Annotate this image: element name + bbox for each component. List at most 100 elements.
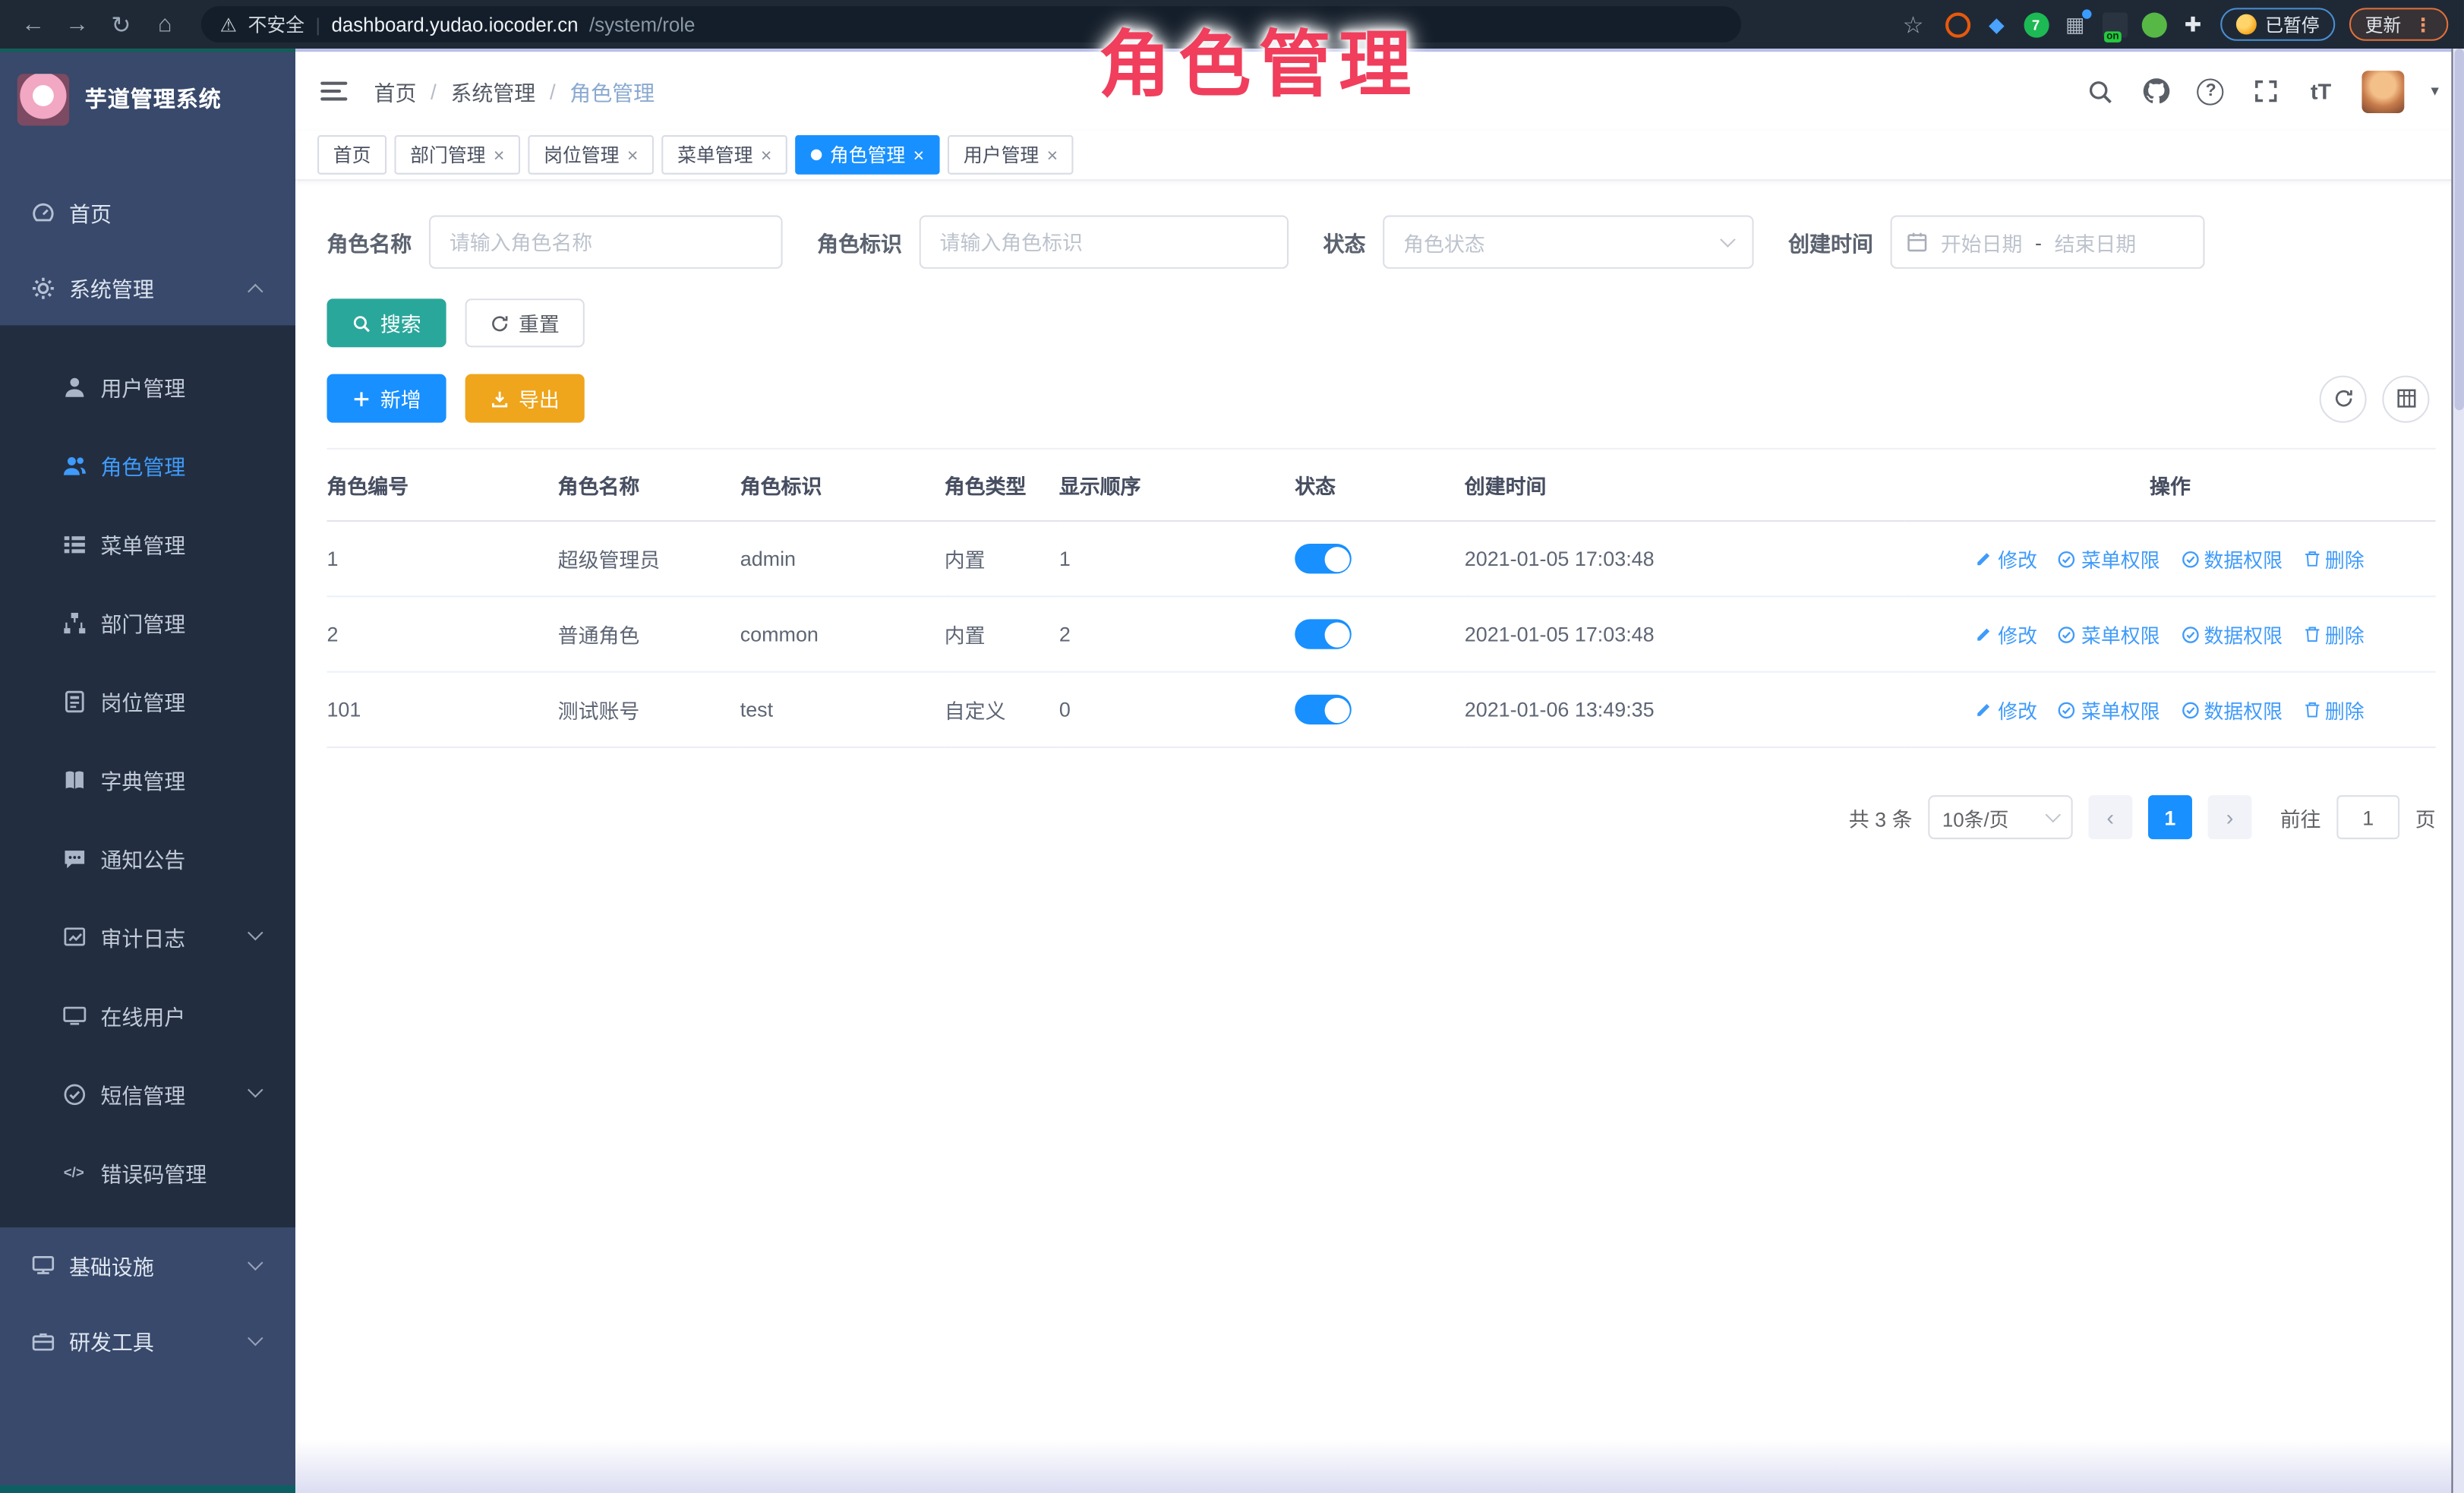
browser-toolbar-right: ☆ ◆ 7 ▦ on ✚ 已暂停 更新 ⋮ — [1896, 8, 2448, 40]
sidebar-item-home[interactable]: 首页 — [0, 175, 295, 250]
menu-permission-link[interactable]: 菜单权限 — [2058, 695, 2160, 724]
avatar-caret-icon[interactable]: ▾ — [2431, 83, 2438, 100]
edit-link[interactable]: 修改 — [1976, 544, 2037, 573]
browser-update-button[interactable]: 更新 ⋮ — [2349, 8, 2448, 40]
start-date-placeholder[interactable]: 开始日期 — [1941, 227, 2023, 257]
tab-roles[interactable]: 角色管理× — [795, 135, 939, 175]
refresh-table-button[interactable] — [2320, 375, 2367, 422]
goto-page-input[interactable] — [2345, 806, 2392, 829]
end-date-placeholder[interactable]: 结束日期 — [2055, 227, 2137, 257]
browser-reload-icon[interactable]: ↻ — [104, 10, 139, 38]
extension-icon-grid[interactable]: ▦ — [2062, 12, 2087, 37]
cell-role-id: 1 — [327, 521, 557, 596]
scrollbar-thumb[interactable] — [2455, 49, 2464, 410]
table-header-row: 角色编号 角色名称 角色标识 角色类型 显示顺序 状态 创建时间 操作 — [327, 449, 2435, 521]
table-row: 2 普通角色 common 内置 2 2021-01-05 17:03:48 修… — [327, 596, 2435, 671]
edit-link[interactable]: 修改 — [1976, 619, 2037, 649]
sidebar-item-sms[interactable]: 短信管理 — [0, 1055, 295, 1133]
browser-home-icon[interactable]: ⌂ — [148, 11, 183, 37]
profile-paused-chip[interactable]: 已暂停 — [2219, 8, 2335, 40]
chevron-down-icon — [1720, 232, 1735, 247]
menu-permission-link[interactable]: 菜单权限 — [2058, 544, 2160, 573]
prev-page-button[interactable]: ‹ — [2088, 795, 2132, 839]
close-icon[interactable]: × — [1047, 144, 1058, 166]
page-size-select[interactable]: 10条/页 — [1928, 795, 2072, 839]
extension-icon-monkey[interactable] — [2141, 12, 2166, 37]
delete-link[interactable]: 删除 — [2303, 619, 2365, 649]
github-icon[interactable] — [2142, 77, 2170, 105]
security-warning-label[interactable]: 不安全 — [248, 11, 304, 37]
sidebar-item-error-codes[interactable]: </> 错误码管理 — [0, 1133, 295, 1211]
sidebar-item-label: 基础设施 — [69, 1249, 154, 1280]
search-button[interactable]: 搜索 — [327, 298, 446, 347]
table-row: 101 测试账号 test 自定义 0 2021-01-06 13:49:35 … — [327, 672, 2435, 747]
sidebar-item-posts[interactable]: 岗位管理 — [0, 661, 295, 740]
extension-icon-orange[interactable] — [1945, 12, 1970, 37]
data-permission-link[interactable]: 数据权限 — [2180, 544, 2283, 573]
close-icon[interactable]: × — [494, 144, 505, 166]
role-name-input[interactable] — [450, 230, 762, 254]
avatar[interactable] — [2361, 70, 2404, 112]
help-icon[interactable]: ? — [2197, 77, 2225, 105]
sidebar-item-infrastructure[interactable]: 基础设施 — [0, 1227, 295, 1302]
tab-departments[interactable]: 部门管理× — [394, 135, 520, 175]
app-logo-image — [17, 73, 69, 125]
status-toggle[interactable] — [1295, 619, 1352, 649]
sidebar-item-users[interactable]: 用户管理 — [0, 347, 295, 425]
export-button[interactable]: 导出 — [465, 374, 585, 423]
breadcrumb-home[interactable]: 首页 — [374, 75, 417, 106]
sidebar-collapse-icon[interactable] — [320, 82, 347, 101]
column-settings-button[interactable] — [2382, 375, 2429, 422]
tab-menus[interactable]: 菜单管理× — [661, 135, 787, 175]
sidebar-item-online-users[interactable]: 在线用户 — [0, 976, 295, 1054]
close-icon[interactable]: × — [627, 144, 639, 166]
font-size-icon[interactable]: tT — [2307, 77, 2335, 105]
app-logo-row[interactable]: 芋道管理系统 — [0, 52, 295, 146]
sidebar-item-menus[interactable]: 菜单管理 — [0, 504, 295, 582]
close-icon[interactable]: × — [761, 144, 772, 166]
extension-icon-gem[interactable]: ◆ — [1984, 12, 2009, 37]
browser-menu-icon[interactable]: ⋮ — [2414, 14, 2433, 36]
extension-icon-green[interactable]: 7 — [2023, 12, 2048, 37]
browser-forward-icon[interactable]: → — [60, 11, 95, 37]
edit-link[interactable]: 修改 — [1976, 695, 2037, 724]
cell-role-id: 2 — [327, 596, 557, 671]
tab-home[interactable]: 首页 — [317, 135, 386, 175]
date-range-picker[interactable]: 开始日期 - 结束日期 — [1891, 216, 2205, 269]
extension-icon-switch[interactable]: on — [2102, 12, 2127, 37]
tab-users[interactable]: 用户管理× — [948, 135, 1074, 175]
bookmark-star-icon[interactable]: ☆ — [1896, 10, 1931, 38]
breadcrumb-system[interactable]: 系统管理 — [450, 75, 535, 106]
status-select[interactable]: 角色状态 — [1383, 216, 1753, 269]
browser-back-icon[interactable]: ← — [16, 11, 51, 37]
add-button[interactable]: 新增 — [327, 374, 446, 423]
address-bar[interactable]: ⚠ 不安全 | dashboard.yudao.iocoder.cn/syste… — [201, 6, 1741, 43]
sidebar-item-roles[interactable]: 角色管理 — [0, 426, 295, 504]
status-toggle[interactable] — [1295, 544, 1352, 573]
status-toggle[interactable] — [1295, 695, 1352, 724]
page-scrollbar[interactable] — [2451, 49, 2464, 1493]
sidebar-item-notice[interactable]: 通知公告 — [0, 819, 295, 897]
reset-button[interactable]: 重置 — [465, 298, 585, 347]
circle-check-icon — [62, 1081, 87, 1106]
fullscreen-icon[interactable] — [2252, 77, 2280, 105]
extensions-puzzle-icon[interactable]: ✚ — [2180, 12, 2205, 37]
next-page-button[interactable]: › — [2208, 795, 2252, 839]
role-key-input[interactable] — [940, 230, 1269, 254]
delete-link[interactable]: 删除 — [2303, 695, 2365, 724]
tab-posts[interactable]: 岗位管理× — [528, 135, 654, 175]
delete-link[interactable]: 删除 — [2303, 544, 2365, 573]
sidebar-item-dev-tools[interactable]: 研发工具 — [0, 1303, 295, 1378]
data-permission-link[interactable]: 数据权限 — [2180, 695, 2283, 724]
menu-permission-link[interactable]: 菜单权限 — [2058, 619, 2160, 649]
page-number-button[interactable]: 1 — [2148, 795, 2192, 839]
sidebar-item-audit-log[interactable]: 审计日志 — [0, 898, 295, 976]
sidebar-item-dict[interactable]: 字典管理 — [0, 740, 295, 819]
sidebar-item-label: 部门管理 — [100, 607, 185, 638]
search-icon[interactable] — [2087, 77, 2115, 105]
cell-created: 2021-01-06 13:49:35 — [1465, 672, 1904, 747]
close-icon[interactable]: × — [913, 144, 925, 166]
data-permission-link[interactable]: 数据权限 — [2180, 619, 2283, 649]
sidebar-item-departments[interactable]: 部门管理 — [0, 583, 295, 661]
sidebar-item-system[interactable]: 系统管理 — [0, 250, 295, 325]
